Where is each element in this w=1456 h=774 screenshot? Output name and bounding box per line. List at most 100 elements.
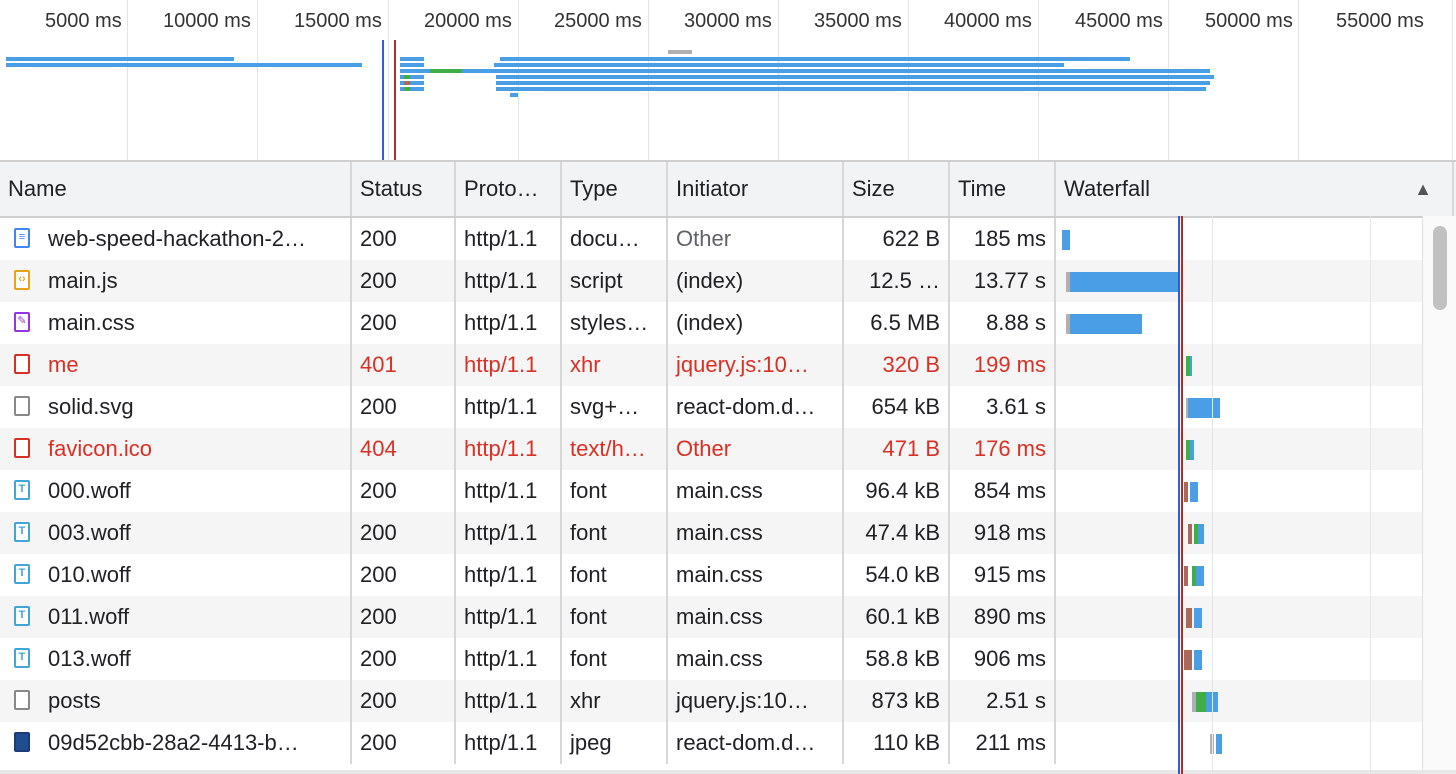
table-row[interactable]: solid.svg 200 http/1.1 svg+… react-dom.d… 654… — [0, 386, 1422, 428]
request-name[interactable]: web-speed-hackathon-2… — [48, 218, 342, 260]
sort-ascending-icon[interactable]: ▲ — [1414, 162, 1432, 216]
initiator-link[interactable]: jquery.js:10… — [676, 352, 809, 377]
request-name[interactable]: main.js — [48, 260, 342, 302]
waterfall-cell[interactable] — [1056, 428, 1422, 470]
request-name[interactable]: 003.woff — [48, 512, 342, 554]
request-name[interactable]: me — [48, 344, 342, 386]
cell-initiator[interactable]: main.css — [668, 512, 844, 554]
cell-initiator[interactable]: react-dom.d… — [668, 722, 844, 764]
cell-name[interactable]: ≡ web-speed-hackathon-2… — [0, 218, 352, 260]
cell-status: 200 — [352, 218, 456, 260]
initiator-text: Other — [676, 436, 732, 461]
cell-name[interactable]: solid.svg — [0, 386, 352, 428]
request-name[interactable]: 09d52cbb-28a2-4413-b… — [48, 722, 342, 764]
table-row[interactable]: ‹› main.js 200 http/1.1 script (index) 12.5 … 1… — [0, 260, 1422, 302]
request-name[interactable]: 000.woff — [48, 470, 342, 512]
cell-initiator[interactable]: main.css — [668, 554, 844, 596]
cell-name[interactable]: 09d52cbb-28a2-4413-b… — [0, 722, 352, 764]
initiator-link[interactable]: main.css — [676, 646, 763, 671]
waterfall-cell[interactable] — [1056, 554, 1422, 596]
load-event-line — [1181, 216, 1183, 774]
cell-initiator[interactable]: main.css — [668, 638, 844, 680]
column-header-protocol[interactable]: Proto… — [456, 162, 562, 216]
table-row[interactable]: T 011.woff 200 http/1.1 font main.css 60.1 kB 8… — [0, 596, 1422, 638]
overview-tick-label: 30000 ms — [684, 10, 772, 32]
initiator-link[interactable]: main.css — [676, 478, 763, 503]
cell-initiator[interactable]: jquery.js:10… — [668, 680, 844, 722]
waterfall-cell[interactable] — [1056, 512, 1422, 554]
waterfall-bar-blocked — [1184, 566, 1188, 586]
cell-protocol: http/1.1 — [456, 596, 562, 638]
cell-name[interactable]: T 010.woff — [0, 554, 352, 596]
column-header-type[interactable]: Type — [562, 162, 668, 216]
waterfall-cell[interactable] — [1056, 386, 1422, 428]
request-name[interactable]: 011.woff — [48, 596, 342, 638]
vertical-scrollbar[interactable] — [1422, 216, 1456, 774]
waterfall-cell[interactable] — [1056, 260, 1422, 302]
cell-initiator[interactable]: (index) — [668, 260, 844, 302]
waterfall-cell[interactable] — [1056, 596, 1422, 638]
column-header-initiator[interactable]: Initiator — [668, 162, 844, 216]
overview-grid-line — [127, 0, 128, 160]
overview-timeline[interactable]: 5000 ms 10000 ms 15000 ms 20000 ms 25000 ms 3… — [0, 0, 1456, 160]
waterfall-bar-download — [1194, 608, 1202, 628]
cell-initiator[interactable]: jquery.js:10… — [668, 344, 844, 386]
waterfall-cell[interactable] — [1056, 302, 1422, 344]
scrollbar-thumb[interactable] — [1433, 226, 1447, 310]
request-name[interactable]: posts — [48, 680, 342, 722]
column-header-status[interactable]: Status — [352, 162, 456, 216]
table-row[interactable]: T 010.woff 200 http/1.1 font main.css 54.0 kB 9… — [0, 554, 1422, 596]
waterfall-cell[interactable] — [1056, 218, 1422, 260]
cell-name[interactable]: ✎ main.css — [0, 302, 352, 344]
cell-size: 471 B — [844, 428, 950, 470]
waterfall-cell[interactable] — [1056, 680, 1422, 722]
request-name[interactable]: favicon.ico — [48, 428, 342, 470]
request-name[interactable]: 010.woff — [48, 554, 342, 596]
overview-phase-mark — [466, 69, 492, 73]
cell-name[interactable]: T 000.woff — [0, 470, 352, 512]
table-row[interactable]: posts 200 http/1.1 xhr jquery.js:10… 873 kB 2.… — [0, 680, 1422, 722]
waterfall-cell[interactable] — [1056, 638, 1422, 680]
request-name[interactable]: 013.woff — [48, 638, 342, 680]
cell-initiator[interactable]: main.css — [668, 470, 844, 512]
initiator-link[interactable]: react-dom.d… — [676, 394, 815, 419]
initiator-link[interactable]: main.css — [676, 604, 763, 629]
cell-name[interactable]: me — [0, 344, 352, 386]
table-row[interactable]: T 000.woff 200 http/1.1 font main.css 96.4 kB 8… — [0, 470, 1422, 512]
cell-name[interactable]: T 011.woff — [0, 596, 352, 638]
cell-name[interactable]: favicon.ico — [0, 428, 352, 470]
initiator-link[interactable]: react-dom.d… — [676, 730, 815, 755]
table-row[interactable]: ✎ main.css 200 http/1.1 styles… (index) 6.5 MB… — [0, 302, 1422, 344]
cell-name[interactable]: ‹› main.js — [0, 260, 352, 302]
column-header-name[interactable]: Name — [0, 162, 352, 216]
column-header-size[interactable]: Size — [844, 162, 950, 216]
waterfall-cell[interactable] — [1056, 470, 1422, 512]
table-row[interactable]: ≡ web-speed-hackathon-2… 200 http/1.1 docu… O… — [0, 218, 1422, 260]
cell-name[interactable]: T 003.woff — [0, 512, 352, 554]
request-name[interactable]: main.css — [48, 302, 342, 344]
table-row[interactable]: 09d52cbb-28a2-4413-b… 200 http/1.1 jpeg reac… — [0, 722, 1422, 764]
waterfall-bar-download — [1066, 230, 1070, 250]
cell-time: 890 ms — [950, 596, 1056, 638]
column-header-waterfall[interactable]: Waterfall ▲ — [1056, 162, 1454, 216]
initiator-link[interactable]: (index) — [676, 268, 743, 293]
initiator-link[interactable]: jquery.js:10… — [676, 688, 809, 713]
cell-initiator[interactable]: (index) — [668, 302, 844, 344]
cell-name[interactable]: posts — [0, 680, 352, 722]
cell-initiator[interactable]: react-dom.d… — [668, 386, 844, 428]
initiator-link[interactable]: (index) — [676, 310, 743, 335]
waterfall-cell[interactable] — [1056, 722, 1422, 764]
table-row[interactable]: T 013.woff 200 http/1.1 font main.css 58.8 kB 9… — [0, 638, 1422, 680]
table-row[interactable]: T 003.woff 200 http/1.1 font main.css 47.4 kB 9… — [0, 512, 1422, 554]
column-header-time[interactable]: Time — [950, 162, 1056, 216]
request-name[interactable]: solid.svg — [48, 386, 342, 428]
table-row[interactable]: favicon.ico 404 http/1.1 text/h… Other 471 B1… — [0, 428, 1422, 470]
waterfall-cell[interactable] — [1056, 344, 1422, 386]
overview-request-bar — [400, 63, 424, 67]
table-row[interactable]: me 401 http/1.1 xhr jquery.js:10… 320 B 199 ms — [0, 344, 1422, 386]
document-icon: ≡ — [14, 228, 30, 248]
initiator-link[interactable]: main.css — [676, 562, 763, 587]
cell-name[interactable]: T 013.woff — [0, 638, 352, 680]
initiator-link[interactable]: main.css — [676, 520, 763, 545]
cell-initiator[interactable]: main.css — [668, 596, 844, 638]
